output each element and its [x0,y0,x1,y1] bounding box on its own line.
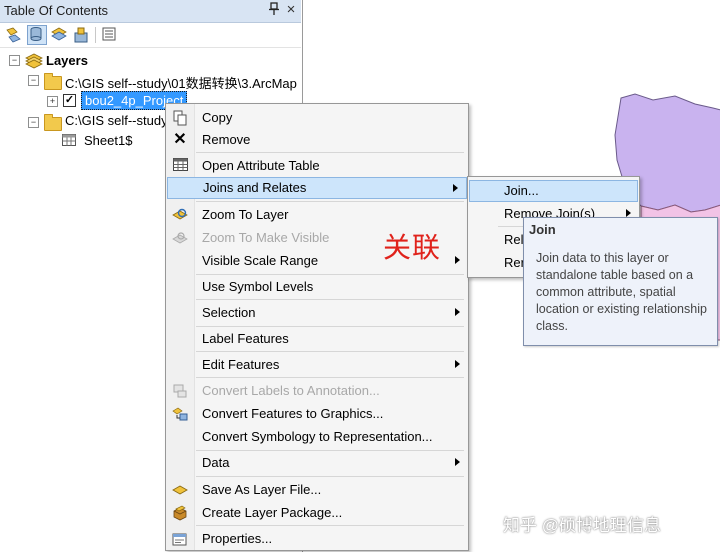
submenu-arrow-icon [455,308,460,316]
submenu-arrow-icon [455,458,460,466]
tree-folder-label[interactable]: C:\GIS self--study\01数据转换\3.ArcMap [65,73,297,92]
close-icon[interactable]: × [283,2,299,18]
toc-toolbar [0,23,301,48]
collapse-layers-icon[interactable]: − [9,55,20,66]
convert-labels-icon [172,383,188,399]
menu-separator [196,525,464,526]
menu-separator [196,152,464,153]
tree-folder-label[interactable]: C:\GIS self--study [65,113,168,128]
menu-item-remove[interactable]: ✕ Remove [166,129,468,151]
remove-x-icon: ✕ [173,131,187,148]
menu-separator [196,351,464,352]
menu-item-edit-features[interactable]: Edit Features [166,354,468,376]
properties-icon [172,531,188,547]
table-icon [172,158,188,174]
menu-item-selection[interactable]: Selection [166,302,468,324]
tree-table-label[interactable]: Sheet1$ [84,133,132,148]
menu-item-zoom-to-layer[interactable]: Zoom To Layer [166,204,468,226]
menu-item-save-as-layer-file[interactable]: Save As Layer File... [166,479,468,501]
list-by-selection-icon[interactable] [72,26,90,44]
options-icon[interactable] [101,26,119,44]
submenu-arrow-icon [626,209,631,217]
layers-root-label[interactable]: Layers [46,53,88,68]
collapse-folder-icon[interactable]: − [28,75,39,86]
submenu-item-join[interactable]: Join... [469,180,638,202]
menu-item-copy[interactable]: Copy [166,107,468,129]
zoom-to-layer-icon [172,207,188,223]
menu-item-convert-features-to-graphics[interactable]: Convert Features to Graphics... [166,403,468,425]
menu-separator [196,377,464,378]
menu-item-convert-symbology-to-representation[interactable]: Convert Symbology to Representation... [166,426,468,448]
watermark-text: 知乎 @硕博地理信息 [503,516,661,535]
folder-icon [44,73,62,90]
list-by-visibility-icon[interactable] [50,26,68,44]
layers-icon [25,53,43,72]
list-by-drawing-order-icon[interactable] [5,26,23,44]
layer-file-icon [172,482,188,498]
expand-layer-icon[interactable]: + [47,96,58,107]
menu-item-create-layer-package[interactable]: Create Layer Package... [166,502,468,524]
toc-title-bar: Table Of Contents × [0,0,301,23]
menu-item-open-attribute-table[interactable]: Open Attribute Table [166,155,468,177]
menu-item-label-features[interactable]: Label Features [166,328,468,350]
collapse-folder-icon[interactable]: − [28,117,39,128]
convert-graphics-icon [172,406,188,422]
copy-icon [172,110,188,126]
menu-separator [196,201,464,202]
menu-separator [196,299,464,300]
menu-item-convert-labels-to-annotation: Convert Labels to Annotation... [166,380,468,402]
join-tooltip: Join Join data to this layer or standalo… [523,217,718,346]
submenu-arrow-icon [455,256,460,264]
zoom-visible-icon [172,230,188,246]
submenu-arrow-icon [455,360,460,368]
tooltip-body: Join data to this layer or standalone ta… [536,251,707,333]
menu-separator [196,476,464,477]
layer-package-icon [172,505,188,521]
layer-visibility-checkbox[interactable]: ✓ [63,94,76,107]
menu-item-properties[interactable]: Properties... [166,528,468,550]
menu-item-use-symbol-levels[interactable]: Use Symbol Levels [166,276,468,298]
red-annotation-text: 关联 [383,231,442,264]
pin-icon[interactable] [266,2,282,18]
menu-separator [196,326,464,327]
folder-icon [44,114,62,131]
tooltip-title: Join [529,222,556,237]
toc-title: Table Of Contents [4,3,109,18]
layer-context-menu: Copy ✕ Remove Open Attribute Table Joins… [165,103,469,551]
menu-item-joins-and-relates[interactable]: Joins and Relates [167,177,467,199]
toolbar-divider [95,27,96,43]
table-icon [62,134,76,149]
menu-item-data[interactable]: Data [166,452,468,474]
menu-separator [196,274,464,275]
menu-separator [196,450,464,451]
list-by-source-icon[interactable] [27,25,47,45]
submenu-arrow-icon [453,184,458,192]
